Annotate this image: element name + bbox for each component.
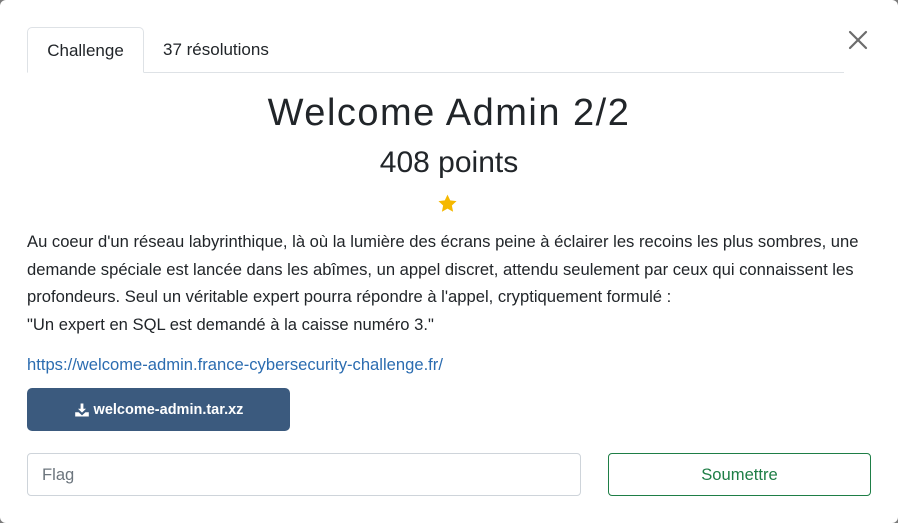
description-quote: "Un expert en SQL est demandé à la caiss…: [27, 314, 434, 334]
difficulty-star: [437, 193, 458, 214]
download-button[interactable]: welcome-admin.tar.xz: [27, 388, 290, 431]
star-icon: [437, 193, 458, 214]
tab-resolutions[interactable]: 37 résolutions: [163, 27, 303, 73]
download-icon: [74, 402, 90, 418]
description-paragraph: Au coeur d'un réseau labyrinthique, là o…: [27, 232, 859, 306]
challenge-points: 408 points: [379, 146, 519, 179]
challenge-modal: Challenge 37 résolutions Welcome Admin 2…: [0, 0, 898, 523]
flag-input[interactable]: [27, 453, 581, 496]
submit-button[interactable]: Soumettre: [608, 453, 871, 496]
close-icon: [844, 26, 872, 54]
challenge-url-link[interactable]: https://welcome-admin.france-cybersecuri…: [27, 353, 443, 377]
close-button[interactable]: [844, 26, 872, 54]
tab-bar: Challenge 37 résolutions: [27, 27, 844, 73]
download-label: welcome-admin.tar.xz: [93, 401, 244, 418]
challenge-title: Welcome Admin 2/2: [267, 92, 631, 134]
challenge-description: Au coeur d'un réseau labyrinthique, là o…: [27, 228, 872, 338]
tab-challenge[interactable]: Challenge: [27, 27, 144, 73]
